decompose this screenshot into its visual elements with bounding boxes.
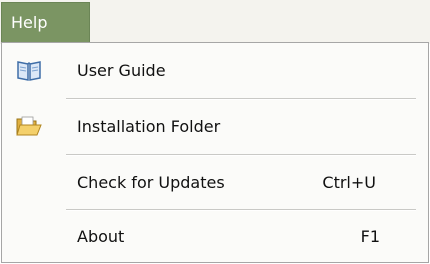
menu-item-shortcut: F1 — [360, 227, 380, 246]
menu-item-label: About — [77, 227, 125, 246]
menubar-help[interactable]: Help — [1, 2, 90, 42]
app-window: Help User Guide Installation Folder Chec… — [0, 0, 430, 264]
folder-icon — [16, 114, 42, 138]
menu-separator — [66, 154, 416, 156]
book-icon — [16, 58, 42, 82]
menu-item-check-for-updates[interactable]: Check for Updates Ctrl+U — [2, 157, 428, 209]
menu-item-label: User Guide — [77, 61, 166, 80]
menu-item-shortcut: Ctrl+U — [322, 173, 376, 192]
menu-item-user-guide[interactable]: User Guide — [2, 45, 428, 97]
menubar: Help — [0, 0, 430, 44]
menu-item-installation-folder[interactable]: Installation Folder — [2, 101, 428, 153]
help-menu-dropdown: User Guide Installation Folder Check for… — [1, 42, 429, 263]
menu-item-label: Check for Updates — [77, 173, 225, 192]
menu-item-about[interactable]: About F1 — [2, 211, 428, 263]
menu-separator — [66, 98, 416, 100]
menu-item-label: Installation Folder — [77, 117, 221, 136]
